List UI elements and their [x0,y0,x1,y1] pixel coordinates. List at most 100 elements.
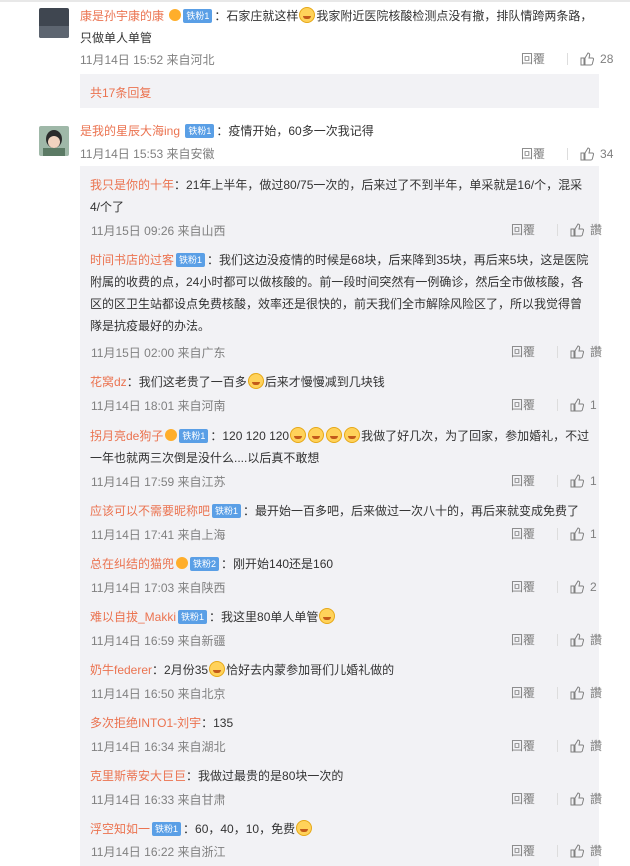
avatar[interactable] [39,8,69,38]
like-button[interactable]: 28 [580,52,613,66]
cry-emoji-icon [296,820,313,836]
like-button[interactable]: 讚 [570,221,602,238]
divider [567,52,569,65]
laugh-emoji-icon [209,661,226,677]
like-button[interactable]: 34 [580,147,613,161]
comment-time: 11月14日 15:52 来自河北 [80,53,215,67]
username-link[interactable]: 拐月亮de狗子 [90,429,163,443]
like-button[interactable]: 1 [570,474,597,488]
like-count: 1 [590,397,597,412]
thumbs-up-icon [570,526,585,540]
comment-text: ：石家庄就这样 [214,9,299,23]
reply-button[interactable]: 回覆 [511,396,535,413]
username-link[interactable]: 应该可以不需要昵称吧 [90,504,210,518]
avatar[interactable] [39,126,69,156]
comment-content: 康是孙宇康的康 铁粉1 ：石家庄就这样 我家附近医院核酸检测点没有撤，排队情跨两条路… [80,5,600,49]
reply-button[interactable]: 回覆 [521,50,545,67]
thumbs-up-icon [570,222,585,236]
reply-button[interactable]: 回覆 [511,525,535,542]
username-link[interactable]: 克里斯蒂安大巨巨 [90,769,186,783]
like-count: 讚 [590,223,603,237]
reply-button[interactable]: 回覆 [511,737,535,754]
like-count: 1 [590,526,597,541]
like-button[interactable]: 讚 [570,343,602,360]
fan-badge[interactable]: 铁粉1 [179,429,209,443]
reply-time: 11月14日 16:59 来自新疆 [91,634,226,648]
username-link[interactable]: 难以自拔_Makki [90,610,176,624]
reply-button[interactable]: 回覆 [511,578,535,595]
fan-badge[interactable]: 铁粉1 [212,504,242,518]
thumbs-up-icon [580,51,595,65]
comment-actions: 回覆 34 [521,145,613,162]
fan-badge[interactable]: 铁粉1 [178,610,208,624]
divider [557,739,559,752]
thumbs-up-icon [570,738,585,752]
like-button[interactable]: 讚 [570,684,602,701]
reply-item: 时间书店的过客 铁粉1 ：我们这边没疫情的时候是68块，后来降到35块，再后来5块，… [90,249,590,337]
divider [557,633,559,646]
reply-time: 11月14日 16:34 来自湖北 [91,740,226,754]
reply-time: 11月14日 18:01 来自河南 [91,399,226,413]
username-link[interactable]: 康是孙宇康的康 [80,9,164,23]
reply-actions: 回覆 讚 [511,790,602,807]
username-link[interactable]: 总在纠结的猫兜 [90,557,174,571]
like-button[interactable]: 讚 [570,790,602,807]
fan-badge[interactable]: 铁粉1 [185,124,215,138]
reply-actions: 回覆 讚 [511,631,602,648]
reply-button[interactable]: 回覆 [511,631,535,648]
reply-button[interactable]: 回覆 [511,842,535,859]
divider [557,474,559,487]
reply-time: 11月14日 16:50 来自北京 [91,687,226,701]
reply-button[interactable]: 回覆 [511,790,535,807]
more-replies-link[interactable]: 共17条回复 [90,84,151,101]
reply-time: 11月15日 09:26 来自山西 [91,224,226,238]
reply-time: 11月14日 17:59 来自江苏 [91,475,226,489]
username-link[interactable]: 浮空知如一 [90,822,150,836]
like-button[interactable]: 2 [570,580,597,594]
reply-item: 应该可以不需要昵称吧 铁粉1 ：最开始一百多吧，后来做过一次八十的，再后来就变成免费… [90,500,590,522]
reply-button[interactable]: 回覆 [511,343,535,360]
like-button[interactable]: 讚 [570,842,602,859]
username-link[interactable]: 多次拒绝INTO1-刘宇 [90,716,201,730]
like-count: 讚 [590,345,603,359]
more-replies-box[interactable]: 共17条回复 [80,74,599,108]
laugh-emoji-icon [319,608,336,624]
fan-badge[interactable]: 铁粉1 [183,9,213,23]
like-count: 讚 [590,739,603,753]
comment-actions: 回覆 28 [521,50,613,67]
reply-time: 11月14日 16:22 来自浙江 [91,845,226,859]
reply-text: ：120 120 120 [210,429,290,443]
username-link[interactable]: 我只是你的十年 [90,178,174,192]
like-button[interactable]: 讚 [570,737,602,754]
thumbs-up-icon [570,843,585,857]
like-button[interactable]: 1 [570,527,597,541]
reply-button[interactable]: 回覆 [511,472,535,489]
reply-text: ：135 [201,716,234,730]
reply-text: ：我这里80单人单管 [209,610,319,624]
like-count: 讚 [590,844,603,858]
like-button[interactable]: 讚 [570,631,602,648]
username-link[interactable]: 花窝dz [90,375,127,389]
like-button[interactable]: 1 [570,398,597,412]
reply-item: 克里斯蒂安大巨巨：我做过最贵的是80块一次的 [90,765,590,787]
reply-actions: 回覆 讚 [511,737,602,754]
medal-icon [165,429,178,441]
fan-badge[interactable]: 铁粉1 [152,822,182,836]
reply-actions: 回覆 1 [511,525,597,542]
username-link[interactable]: 奶牛federer [90,663,152,677]
thumbs-up-icon [570,473,585,487]
reply-time: 11月14日 17:41 来自上海 [91,528,226,542]
username-link[interactable]: 时间书店的过客 [90,253,174,267]
laugh-emoji-icon [290,427,307,443]
laugh-emoji-icon [326,427,343,443]
reply-text: ：我做过最贵的是80块一次的 [186,769,344,783]
reply-button[interactable]: 回覆 [521,145,545,162]
like-count: 讚 [590,633,603,647]
reply-text: ：最开始一百多吧，后来做过一次八十的，再后来就变成免费了 [243,504,580,518]
username-link[interactable]: 是我的星辰大海ing [80,124,180,138]
reply-actions: 回覆 讚 [511,221,602,238]
fan-badge[interactable]: 铁粉2 [190,557,220,571]
reply-button[interactable]: 回覆 [511,684,535,701]
fan-badge[interactable]: 铁粉1 [176,253,206,267]
reply-button[interactable]: 回覆 [511,221,535,238]
